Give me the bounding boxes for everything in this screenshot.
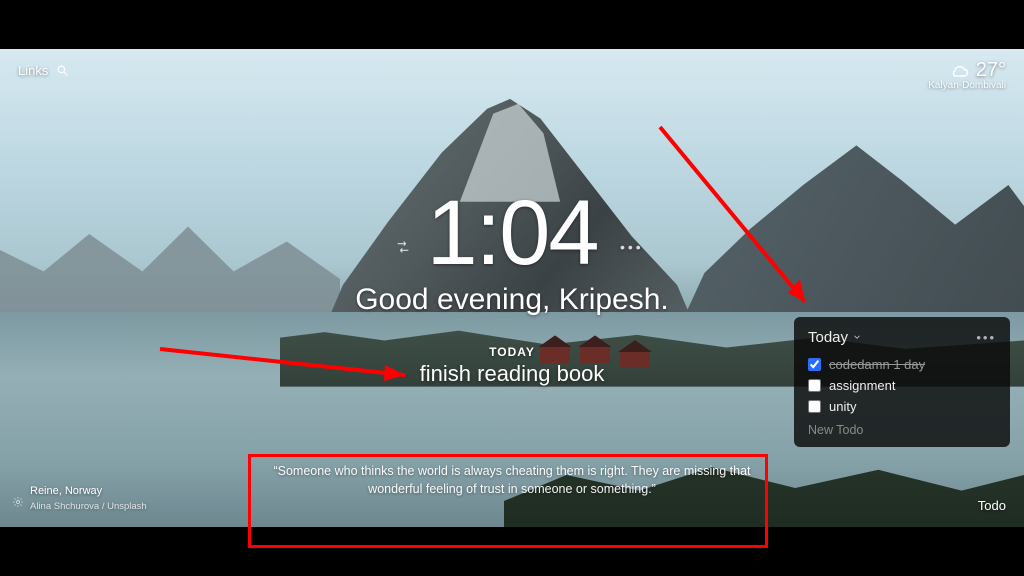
todo-item-label: codedamn 1 day: [829, 357, 925, 372]
photo-location[interactable]: Reine, Norway: [30, 484, 147, 499]
search-icon[interactable]: [56, 64, 69, 77]
todo-checkbox[interactable]: [808, 379, 821, 392]
todo-checkbox[interactable]: [808, 358, 821, 371]
todo-item[interactable]: assignment: [808, 375, 996, 396]
daily-quote[interactable]: “Someone who thinks the world is always …: [262, 462, 762, 500]
clock-time: 1:04: [192, 187, 832, 279]
todo-more-icon[interactable]: •••: [976, 330, 996, 345]
photo-credit[interactable]: Alina Shchurova / Unsplash: [30, 500, 147, 513]
todo-item[interactable]: codedamn 1 day: [808, 354, 996, 375]
shuffle-icon[interactable]: [395, 239, 411, 258]
weather-temp: 27°: [976, 59, 1006, 82]
todo-item[interactable]: unity: [808, 396, 996, 417]
todo-checkbox[interactable]: [808, 400, 821, 413]
chevron-down-icon: [852, 329, 862, 346]
gear-icon[interactable]: [12, 496, 24, 513]
focus-today-label: TODAY: [192, 345, 832, 359]
weather-widget[interactable]: 27° Kalyan-Dombivali: [928, 59, 1006, 91]
todo-toggle[interactable]: Todo: [978, 498, 1006, 513]
todo-item-label: unity: [829, 399, 856, 414]
focus-task[interactable]: finish reading book: [192, 361, 832, 387]
todo-popover-title: Today: [808, 329, 848, 346]
new-todo-input[interactable]: New Todo: [808, 423, 996, 437]
greeting-text: Good evening, Kripesh.: [192, 283, 832, 317]
cloud-icon: [950, 61, 970, 81]
todo-item-label: assignment: [829, 378, 895, 393]
todo-list-selector[interactable]: Today: [808, 329, 862, 346]
more-dots-icon[interactable]: •••: [620, 239, 644, 255]
todo-popover: Today ••• codedamn 1 day assignment unit…: [794, 317, 1010, 447]
weather-location: Kalyan-Dombivali: [928, 80, 1006, 91]
links-button[interactable]: Links: [18, 63, 48, 78]
